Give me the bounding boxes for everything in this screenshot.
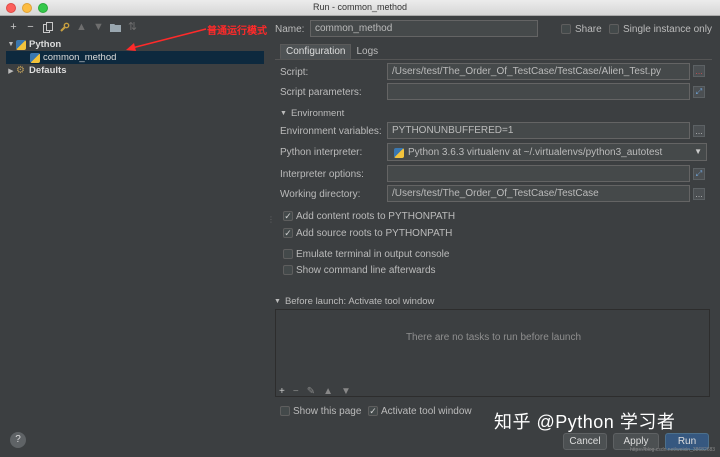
edit-environment-button[interactable]: … xyxy=(693,125,705,137)
copy-icon[interactable] xyxy=(42,21,53,33)
annotation-note: 普通运行模式 xyxy=(207,26,267,37)
python-icon xyxy=(394,148,404,158)
script-parameters-label: Script parameters: xyxy=(280,87,362,98)
help-button[interactable]: ? xyxy=(10,432,26,448)
tab-logs[interactable]: Logs xyxy=(351,44,383,59)
environment-variables-label: Environment variables: xyxy=(280,126,382,137)
remove-task-icon[interactable]: − xyxy=(293,386,299,397)
browse-script-button[interactable]: … xyxy=(693,65,705,77)
environment-variables-input[interactable]: PYTHONUNBUFFERED=1 xyxy=(387,122,690,139)
add-content-roots-label: Add content roots to PYTHONPATH xyxy=(296,211,456,222)
window-title: Run - common_method xyxy=(312,2,408,12)
single-instance-checkbox[interactable] xyxy=(609,24,619,34)
interpreter-options-label: Interpreter options: xyxy=(280,169,364,180)
python-icon xyxy=(16,39,26,50)
panel-splitter[interactable]: ⋮ xyxy=(267,215,275,224)
single-instance-label: Single instance only xyxy=(623,24,712,35)
add-source-roots-checkbox[interactable]: ✓ xyxy=(283,228,293,238)
tab-configuration[interactable]: Configuration xyxy=(280,44,352,59)
script-input[interactable]: /Users/test/The_Order_Of_TestCase/TestCa… xyxy=(387,63,690,80)
title-bar: Run - common_method xyxy=(0,0,720,16)
expand-options-button[interactable]: ⤢ xyxy=(693,168,705,180)
before-launch-empty-text: There are no tasks to run before launch xyxy=(405,332,582,343)
environment-section[interactable]: ▼ Environment xyxy=(280,108,344,119)
python-interpreter-select[interactable]: Python 3.6.3 virtualenv at ~/.virtualenv… xyxy=(387,143,707,161)
collapse-arrow-icon: ▼ xyxy=(280,110,287,117)
add-icon[interactable]: + xyxy=(8,21,19,33)
move-down-icon[interactable]: ▼ xyxy=(341,386,351,397)
emulate-terminal-label: Emulate terminal in output console xyxy=(296,249,450,260)
environment-title: Environment xyxy=(290,108,345,119)
add-task-icon[interactable]: + xyxy=(279,386,285,397)
working-directory-label: Working directory: xyxy=(280,189,361,200)
name-input[interactable]: common_method xyxy=(310,20,538,37)
python-icon xyxy=(30,52,40,63)
chevron-down-icon: ▼ xyxy=(694,147,702,156)
annotation-arrow xyxy=(126,28,207,51)
collapse-arrow-icon: ▼ xyxy=(274,298,281,305)
watermark-url: https://blog.csdn.net/weixin_38682683 xyxy=(630,447,716,453)
config-toolbar: + − ▲ ▼ ⇅ xyxy=(8,20,138,34)
edit-task-icon[interactable]: ✎ xyxy=(307,386,315,397)
activate-tool-window-checkbox[interactable]: ✓ xyxy=(368,406,378,416)
emulate-terminal-checkbox[interactable] xyxy=(283,249,293,259)
tab-bar: Configuration Logs xyxy=(280,44,383,59)
share-checkbox[interactable] xyxy=(561,24,571,34)
before-launch-toolbar: + − ✎ ▲ ▼ xyxy=(279,386,351,397)
show-command-line-checkbox[interactable] xyxy=(283,265,293,275)
add-source-roots-label: Add source roots to PYTHONPATH xyxy=(296,228,453,239)
working-directory-input[interactable]: /Users/test/The_Order_Of_TestCase/TestCa… xyxy=(387,185,690,202)
collapse-arrow-icon[interactable]: ▶ xyxy=(6,67,16,75)
wrench-icon[interactable] xyxy=(59,22,70,33)
before-launch-title: Before launch: Activate tool window xyxy=(284,296,435,307)
move-down-icon[interactable]: ▼ xyxy=(93,21,104,33)
python-interpreter-label: Python interpreter: xyxy=(280,147,363,158)
before-launch-section[interactable]: ▼ Before launch: Activate tool window xyxy=(274,296,434,307)
share-label: Share xyxy=(575,24,602,35)
move-up-icon[interactable]: ▲ xyxy=(323,386,333,397)
show-command-line-label: Show command line afterwards xyxy=(296,265,436,276)
activate-tool-window-label: Activate tool window xyxy=(381,406,472,417)
tree-item-python-label: Python xyxy=(29,39,62,50)
watermark: 知乎 @Python 学习者 xyxy=(494,412,676,432)
before-launch-list[interactable]: There are no tasks to run before launch … xyxy=(275,309,710,397)
remove-icon[interactable]: − xyxy=(25,21,36,33)
browse-directory-button[interactable]: … xyxy=(693,188,705,200)
wrench-icon: ⚙ xyxy=(16,64,25,76)
expand-arrow-icon[interactable]: ▼ xyxy=(6,41,16,48)
name-label: Name: xyxy=(275,24,305,35)
script-label: Script: xyxy=(280,67,309,78)
show-this-page-label: Show this page xyxy=(293,406,362,417)
tab-divider xyxy=(275,59,712,60)
add-content-roots-checkbox[interactable]: ✓ xyxy=(283,211,293,221)
cancel-button[interactable]: Cancel xyxy=(563,433,607,450)
tree-item-common-method-label: common_method xyxy=(43,52,117,63)
show-this-page-checkbox[interactable] xyxy=(280,406,290,416)
move-up-icon[interactable]: ▲ xyxy=(76,21,87,33)
expand-parameters-button[interactable]: ⤢ xyxy=(693,86,705,98)
interpreter-options-input[interactable] xyxy=(387,165,690,182)
tree-item-defaults[interactable]: ▶ ⚙ Defaults xyxy=(6,64,264,77)
python-interpreter-value: Python 3.6.3 virtualenv at ~/.virtualenv… xyxy=(408,146,663,158)
tree-item-defaults-label: Defaults xyxy=(29,65,67,76)
script-parameters-input[interactable] xyxy=(387,83,690,100)
